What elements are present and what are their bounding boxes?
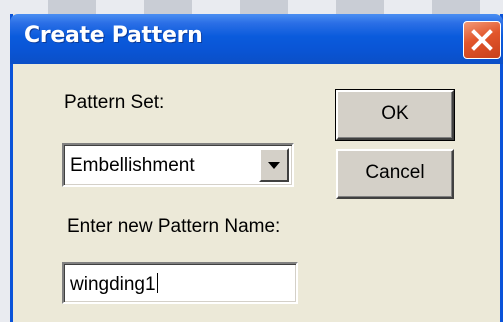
title-bar[interactable]: Create Pattern [10,14,503,64]
dialog-title: Create Pattern [24,23,203,48]
pattern-name-input[interactable]: wingding1 [62,262,298,304]
dropdown-button[interactable] [259,148,289,182]
ok-button[interactable]: OK [335,89,455,141]
close-icon [471,29,493,51]
pattern-set-dropdown[interactable]: Embellishment [62,143,294,187]
close-button[interactable] [463,21,501,59]
chevron-down-icon [268,162,280,169]
pattern-name-value: wingding1 [70,273,158,296]
pattern-set-label: Pattern Set: [64,92,165,113]
create-pattern-dialog: Create Pattern Pattern Set: Embellishmen… [10,14,503,322]
pattern-name-label: Enter new Pattern Name: [67,216,281,237]
pattern-set-selected: Embellishment [70,155,195,176]
text-caret [156,273,158,293]
cancel-button[interactable]: Cancel [336,149,454,199]
pattern-name-text: wingding1 [70,274,156,295]
